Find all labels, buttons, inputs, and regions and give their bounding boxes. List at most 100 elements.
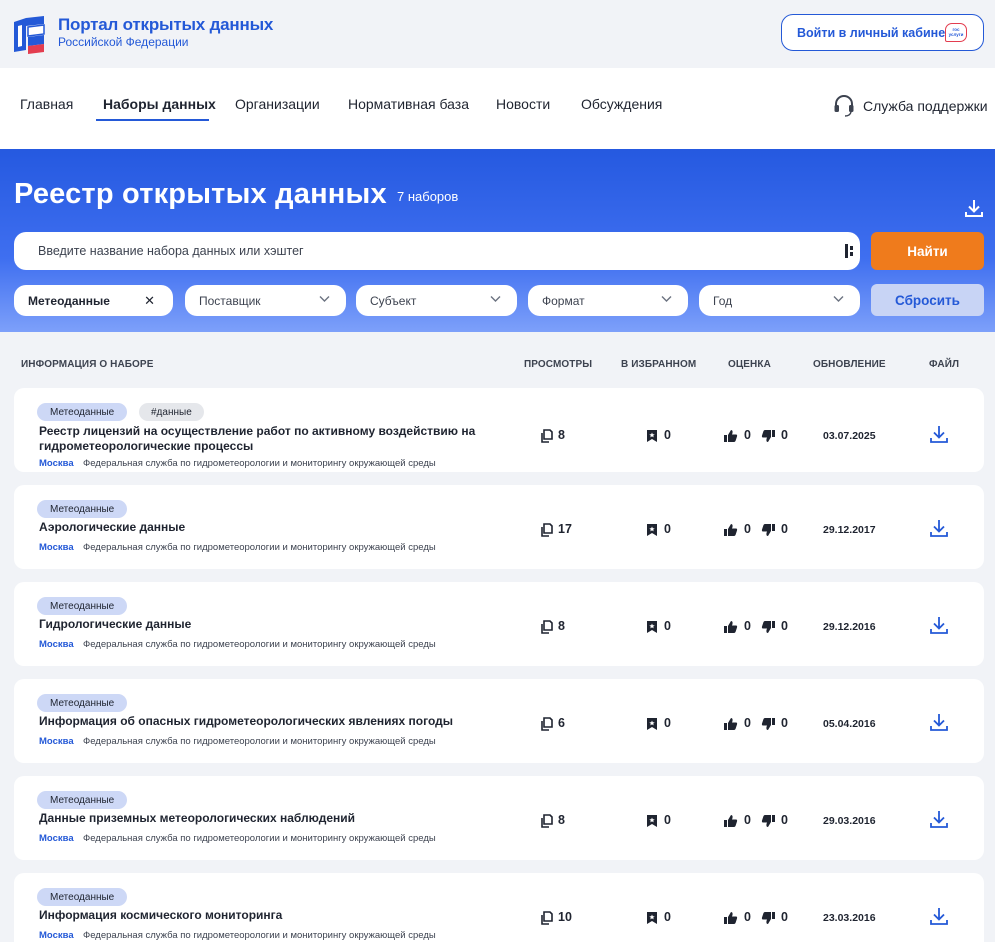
filter-provider-label: Поставщик (199, 293, 261, 308)
thumbs-up-icon[interactable] (723, 523, 738, 542)
reset-button[interactable]: Сбросить (871, 284, 984, 316)
thumbs-down-icon[interactable] (761, 523, 776, 542)
updated-date: 29.12.2017 (823, 524, 876, 536)
views-count: 8 (558, 428, 565, 442)
views-count: 10 (558, 910, 572, 924)
thumbs-down-icon[interactable] (761, 814, 776, 833)
views-count: 6 (558, 716, 565, 730)
chevron-down-icon (833, 296, 844, 302)
barcode-icon (845, 244, 853, 258)
dataset-row[interactable]: Метеоданные #данные Реестр лицензий на осу… (14, 388, 984, 472)
filter-year-label: Год (713, 293, 733, 308)
thumbs-up-icon[interactable] (723, 814, 738, 833)
thumbs-up-icon[interactable] (723, 429, 738, 448)
likes-count: 0 (744, 813, 751, 827)
bookmark-icon[interactable] (646, 911, 658, 930)
filter-provider[interactable]: Поставщик (185, 285, 346, 316)
views-icon (540, 620, 554, 639)
updated-date: 03.07.2025 (823, 430, 876, 442)
download-icon[interactable] (929, 810, 949, 834)
dataset-provider[interactable]: Федеральная служба по гидрометеорологии … (83, 639, 436, 650)
filter-year[interactable]: Год (699, 285, 860, 316)
dataset-title[interactable]: Информация космического мониторинга (39, 908, 499, 923)
download-icon[interactable] (929, 519, 949, 543)
gosuslugi-icon: гос услуги (945, 23, 967, 42)
thumbs-down-icon[interactable] (761, 717, 776, 736)
thumbs-down-icon[interactable] (761, 429, 776, 448)
column-header-favorites[interactable]: В ИЗБРАННОМ (621, 359, 696, 370)
dataset-provider[interactable]: Федеральная служба по гидрометеорологии … (83, 458, 436, 469)
portal-subtitle: Российской Федерации (58, 35, 189, 49)
favorites-count: 0 (664, 428, 671, 442)
likes-count: 0 (744, 619, 751, 633)
bookmark-icon[interactable] (646, 814, 658, 833)
download-icon[interactable] (929, 616, 949, 640)
thumbs-up-icon[interactable] (723, 717, 738, 736)
dataset-row[interactable]: Метеоданные Информация космического монит… (14, 873, 984, 942)
filter-format[interactable]: Формат (528, 285, 688, 316)
dataset-city: Москва (39, 639, 74, 650)
thumbs-up-icon[interactable] (723, 911, 738, 930)
clear-filter-icon[interactable]: ✕ (144, 293, 155, 309)
dataset-provider[interactable]: Федеральная служба по гидрометеорологии … (83, 930, 436, 941)
thumbs-down-icon[interactable] (761, 911, 776, 930)
views-icon (540, 523, 554, 542)
support-link[interactable]: Служба поддержки (833, 94, 988, 118)
filter-category[interactable]: Метеоданные ✕ (14, 285, 173, 316)
category-tag[interactable]: Метеоданные (37, 694, 128, 712)
nav-item-regulations[interactable]: Нормативная база (348, 96, 469, 112)
bookmark-icon[interactable] (646, 523, 658, 542)
category-tag[interactable]: Метеоданные (37, 791, 128, 809)
dataset-title[interactable]: Данные приземных метеорологических наблю… (39, 811, 499, 826)
category-tag[interactable]: Метеоданные (37, 500, 128, 518)
dataset-row[interactable]: Метеоданные Информация об опасных гидроме… (14, 679, 984, 763)
dataset-title[interactable]: Гидрологические данные (39, 617, 499, 632)
dislikes-count: 0 (781, 716, 788, 730)
dataset-provider[interactable]: Федеральная служба по гидрометеорологии … (83, 542, 436, 553)
dataset-provider[interactable]: Федеральная служба по гидрометеорологии … (83, 736, 436, 747)
dataset-row[interactable]: Метеоданные Аэрологические данные Москва Фе… (14, 485, 984, 569)
category-tag[interactable]: Метеоданные (37, 888, 128, 906)
dataset-city: Москва (39, 736, 74, 747)
download-icon[interactable] (929, 713, 949, 737)
portal-logo-icon[interactable] (12, 14, 48, 54)
category-tag[interactable]: Метеоданные (37, 403, 128, 421)
top-bar: Портал открытых данных Российской Федера… (0, 0, 995, 68)
chevron-down-icon (661, 296, 672, 302)
dataset-title[interactable]: Реестр лицензий на осуществление работ п… (39, 424, 499, 454)
bookmark-icon[interactable] (646, 429, 658, 448)
dislikes-count: 0 (781, 813, 788, 827)
bookmark-icon[interactable] (646, 620, 658, 639)
column-header-rating[interactable]: ОЦЕНКА (728, 359, 771, 370)
updated-date: 29.12.2016 (823, 621, 876, 633)
login-button[interactable]: Войти в личный кабинет гос услуги (781, 14, 984, 51)
updated-date: 23.03.2016 (823, 912, 876, 924)
thumbs-down-icon[interactable] (761, 620, 776, 639)
column-header-updated[interactable]: ОБНОВЛЕНИЕ (813, 359, 886, 370)
find-button[interactable]: Найти (871, 232, 984, 270)
search-input[interactable] (14, 232, 860, 270)
nav-item-home[interactable]: Главная (20, 96, 73, 112)
nav-item-datasets[interactable]: Наборы данных (103, 96, 216, 112)
nav-item-discussions[interactable]: Обсуждения (581, 96, 662, 112)
hashtag-tag[interactable]: #данные (139, 403, 204, 421)
dataset-row[interactable]: Метеоданные Гидрологические данные Москва Ф… (14, 582, 984, 666)
category-tag[interactable]: Метеоданные (37, 597, 128, 615)
views-icon (540, 717, 554, 736)
bookmark-icon[interactable] (646, 717, 658, 736)
column-header-views[interactable]: ПРОСМОТРЫ (524, 359, 592, 370)
download-icon[interactable] (929, 425, 949, 449)
favorites-count: 0 (664, 813, 671, 827)
dataset-title[interactable]: Аэрологические данные (39, 520, 499, 535)
thumbs-up-icon[interactable] (723, 620, 738, 639)
dataset-provider[interactable]: Федеральная служба по гидрометеорологии … (83, 833, 436, 844)
dataset-row[interactable]: Метеоданные Данные приземных метеорологич… (14, 776, 984, 860)
nav-item-organizations[interactable]: Организации (235, 96, 320, 112)
download-all-icon[interactable] (963, 197, 985, 219)
download-icon[interactable] (929, 907, 949, 931)
filter-region[interactable]: Субъект (356, 285, 517, 316)
dataset-title[interactable]: Информация об опасных гидрометеорологиче… (39, 714, 499, 729)
nav-item-news[interactable]: Новости (496, 96, 550, 112)
portal-title[interactable]: Портал открытых данных (58, 15, 273, 35)
updated-date: 05.04.2016 (823, 718, 876, 730)
